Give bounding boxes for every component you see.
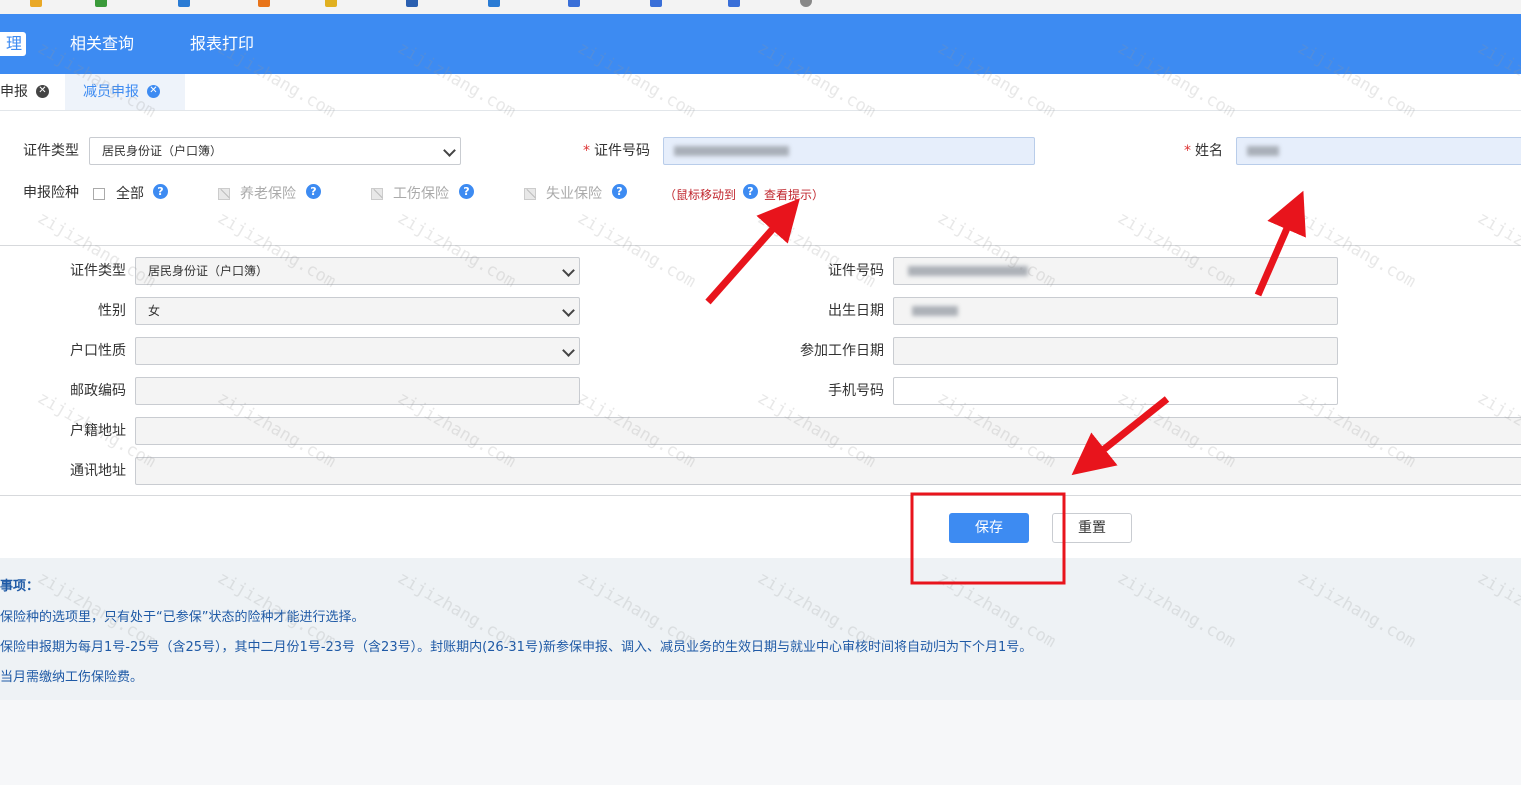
- highlight-box: [910, 492, 1066, 585]
- annotation-overlay: [705, 190, 1306, 585]
- arrow-annotation: [1071, 396, 1170, 476]
- arrow-annotation: [1254, 190, 1306, 297]
- arrow-annotation: [705, 198, 800, 305]
